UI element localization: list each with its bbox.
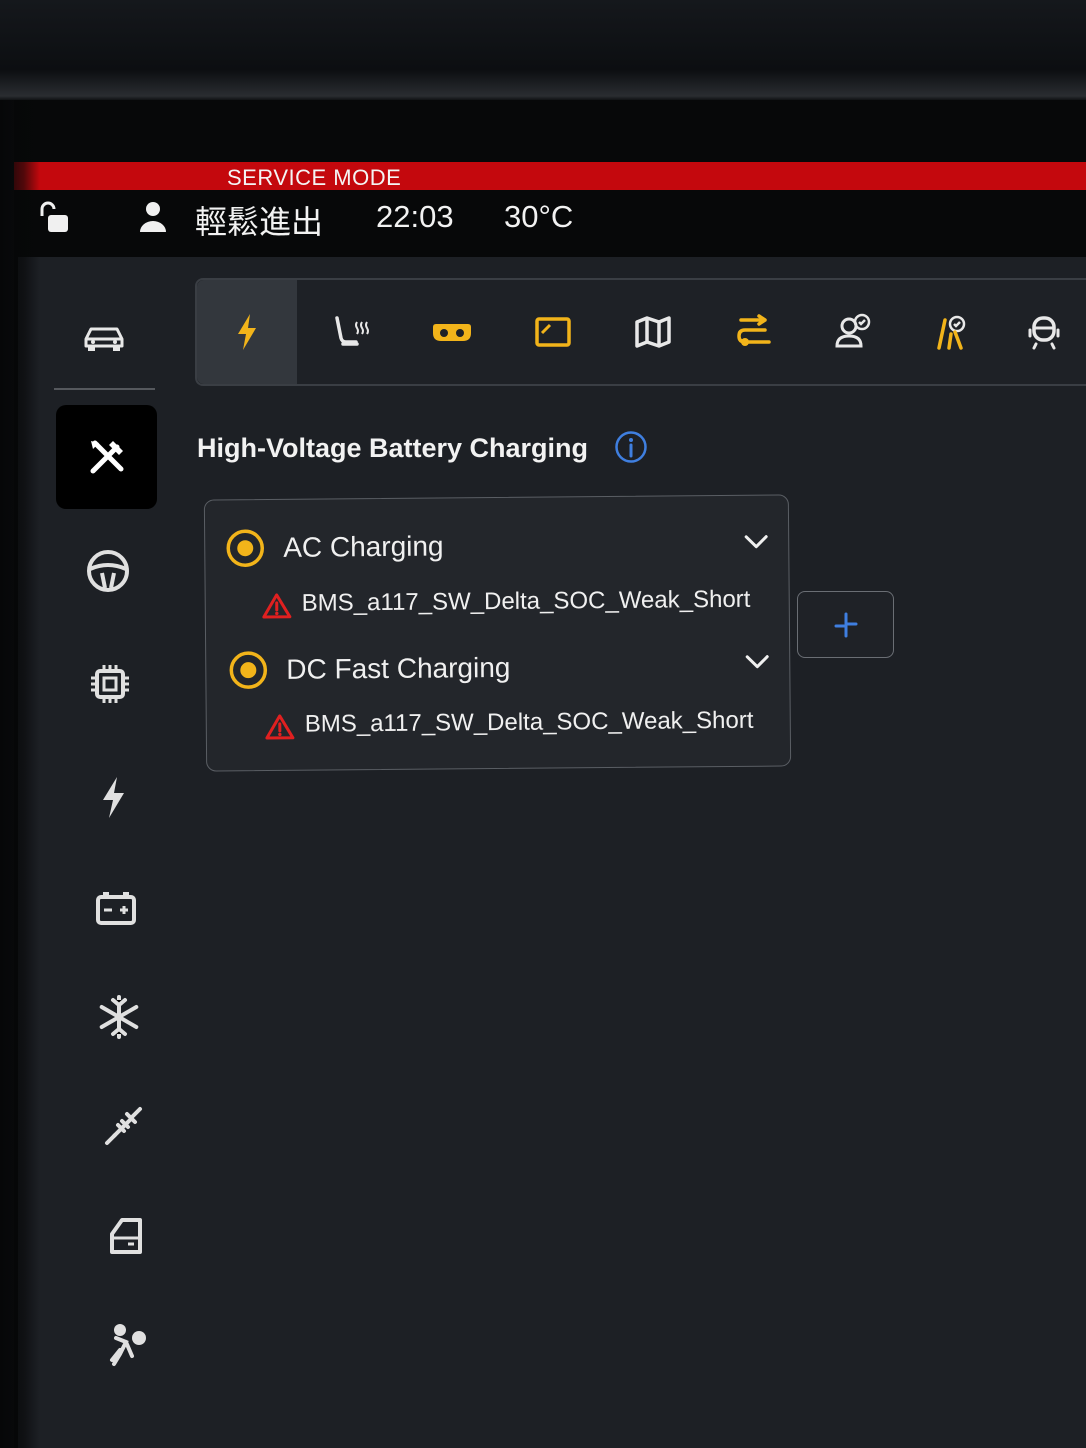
tab-charging[interactable] (197, 280, 297, 384)
tab-navigation[interactable] (603, 280, 703, 384)
screen-bezel (0, 0, 1086, 100)
dc-charging-label[interactable]: DC Fast Charging (286, 652, 510, 686)
charging-bolt-icon (238, 314, 256, 350)
display-icon (535, 317, 571, 347)
map-icon (635, 316, 671, 348)
tab-display[interactable] (503, 280, 603, 384)
function-tabbar (195, 278, 1086, 386)
sidebar-item-airbag[interactable] (98, 1314, 158, 1374)
sidebar-item-electronics[interactable] (80, 654, 140, 714)
clock: 22:03 (376, 199, 454, 234)
user-profile-name[interactable]: 輕鬆進出 (195, 197, 323, 243)
tab-headlights[interactable] (402, 280, 502, 384)
ac-charging-label[interactable]: AC Charging (283, 530, 444, 563)
sidebar-item-charging[interactable] (83, 767, 143, 827)
unlock-icon[interactable] (36, 200, 72, 234)
chevron-down-icon[interactable] (744, 652, 770, 672)
ac-charging-fault-code: BMS_a117_SW_Delta_SOC_Weak_Short (301, 585, 751, 617)
sidebar-divider (54, 388, 155, 390)
car-icon[interactable] (78, 312, 130, 364)
dc-charging-status-radio[interactable] (228, 650, 268, 690)
user-profile-icon[interactable] (138, 200, 168, 234)
tab-route[interactable] (703, 280, 803, 384)
door-icon (110, 1218, 142, 1254)
chevron-down-icon[interactable] (743, 532, 769, 552)
chip-icon (91, 665, 129, 703)
service-mode-banner (14, 162, 1086, 190)
sidebar-item-climate[interactable] (89, 987, 149, 1047)
tab-lane-assist[interactable] (899, 280, 999, 384)
seat-heat-icon (335, 316, 369, 346)
route-icon (737, 314, 771, 346)
sidebar-item-doors[interactable] (96, 1206, 156, 1266)
tab-driver-monitor[interactable] (994, 280, 1086, 384)
sidebar-item-battery[interactable] (86, 878, 146, 938)
tools-icon (90, 440, 123, 474)
collapse-button[interactable] (797, 591, 894, 658)
steering-wheel-icon (87, 550, 129, 592)
driver-monitor-icon (1028, 316, 1060, 350)
tab-seat-heating[interactable] (301, 280, 401, 384)
airbag-icon (110, 1324, 146, 1366)
driver-check-icon (835, 313, 871, 348)
lane-assist-icon (937, 315, 966, 350)
outside-temperature: 30°C (504, 199, 574, 234)
tab-driver-profile[interactable] (803, 280, 903, 384)
battery-icon (96, 892, 136, 925)
warning-triangle-icon (262, 592, 292, 620)
ac-charging-status-radio[interactable] (225, 528, 265, 568)
warning-triangle-icon (265, 713, 295, 741)
headlight-icon (433, 324, 471, 341)
collapse-icon (834, 612, 857, 637)
dc-charging-fault-code: BMS_a117_SW_Delta_SOC_Weak_Short (304, 706, 754, 738)
lightning-icon (103, 777, 124, 818)
section-title: High-Voltage Battery Charging (197, 433, 589, 463)
service-mode-label: SERVICE MODE (227, 165, 402, 190)
info-icon[interactable] (614, 430, 648, 464)
sidebar-item-suspension[interactable] (93, 1095, 153, 1155)
charging-fault-card: AC Charging BMS_a117_SW_Delta_SOC_Weak_S… (203, 494, 792, 772)
sidebar-item-steering[interactable] (78, 541, 138, 601)
snowflake-icon (99, 995, 139, 1039)
shock-absorber-icon (105, 1107, 142, 1145)
sidebar-item-service-tools[interactable] (56, 405, 157, 509)
